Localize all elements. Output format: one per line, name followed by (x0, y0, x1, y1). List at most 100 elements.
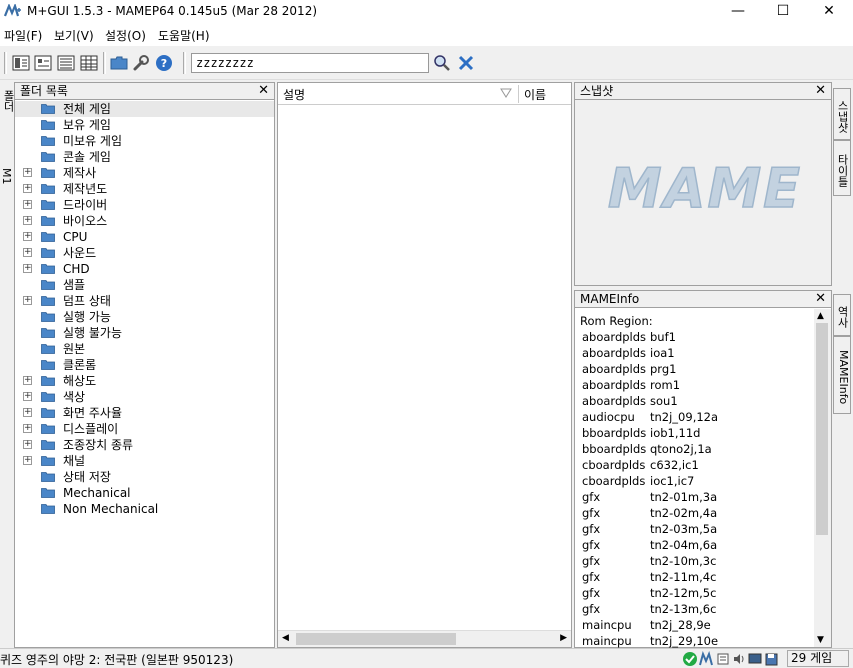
info-panel-close-button[interactable]: ✕ (815, 291, 826, 307)
help-icon[interactable]: ? (153, 53, 175, 73)
menu-help[interactable]: 도움말(H) (158, 27, 210, 44)
list-icon (717, 653, 729, 665)
info-scroll-thumb[interactable] (816, 323, 828, 535)
menu-file[interactable]: 파일(F) (4, 27, 42, 44)
game-list-hscrollbar[interactable]: ◀ ▶ (278, 630, 571, 647)
info-region: gfx (582, 586, 601, 600)
folder-icon (41, 264, 55, 274)
tab-history[interactable]: 역사 (833, 294, 851, 336)
tree-item-label: 보유 게임 (63, 118, 111, 132)
ok-icon (683, 652, 697, 666)
scroll-thumb[interactable] (296, 633, 456, 645)
tree-item[interactable]: + 제작사 (15, 165, 274, 181)
info-region: bboardplds (582, 442, 647, 456)
tree-item[interactable]: 실행 불가능 (15, 325, 274, 341)
snapshot-panel-close-button[interactable]: ✕ (815, 83, 826, 99)
view-large-icon[interactable] (10, 53, 32, 73)
tree-item[interactable]: 콘솔 게임 (15, 149, 274, 165)
tree-item[interactable]: 보유 게임 (15, 117, 274, 133)
expand-icon[interactable]: + (23, 168, 32, 177)
tab-snapshot[interactable]: 스냅샷 (833, 88, 851, 140)
info-rom: iob1,11d (650, 426, 701, 440)
view-list-icon[interactable] (55, 53, 77, 73)
tree-item[interactable]: + 색상 (15, 389, 274, 405)
info-region: aboardplds (582, 378, 647, 392)
tree-item[interactable]: + CHD (15, 261, 274, 277)
tree-item[interactable]: Mechanical (15, 485, 274, 501)
info-row: gfx tn2-12m,5c (579, 585, 815, 601)
tree-item[interactable]: 상태 저장 (15, 469, 274, 485)
expand-icon[interactable]: + (23, 184, 32, 193)
expand-icon[interactable]: + (23, 296, 32, 305)
minimize-button[interactable]: — (715, 0, 761, 24)
folder-icon (41, 168, 55, 178)
column-name[interactable]: 이름 (524, 86, 546, 103)
info-region: gfx (582, 602, 601, 616)
expand-icon[interactable]: + (23, 456, 32, 465)
tree-item[interactable]: + 채널 (15, 453, 274, 469)
tree-item[interactable]: + CPU (15, 229, 274, 245)
status-game-count: 29 게임 (787, 650, 849, 667)
status-bar: 퀴즈 영주의 야망 2: 전국판 (일본판 950123) 29 게임 (0, 648, 853, 668)
info-rom: tn2-12m,5c (650, 586, 717, 600)
tree-item[interactable]: + 화면 주사율 (15, 405, 274, 421)
menu-options[interactable]: 설정(O) (105, 27, 146, 44)
tree-item[interactable]: Non Mechanical (15, 501, 274, 517)
info-vscrollbar[interactable]: ▲ ▼ (814, 309, 831, 647)
tree-item[interactable]: + 해상도 (15, 373, 274, 389)
expand-icon[interactable]: + (23, 264, 32, 273)
tab-mameinfo[interactable]: MAMEInfo (833, 336, 851, 414)
view-details-icon[interactable] (78, 53, 100, 73)
tree-item[interactable]: + 바이오스 (15, 213, 274, 229)
tree-item[interactable]: 샘플 (15, 277, 274, 293)
expand-icon[interactable]: + (23, 232, 32, 241)
tree-item-label: 원본 (63, 342, 86, 356)
search-input[interactable]: zzzzzzzz (191, 53, 429, 73)
tab-m1[interactable]: M1 (0, 168, 13, 185)
maximize-button[interactable]: ☐ (760, 0, 806, 24)
expand-icon[interactable]: + (23, 216, 32, 225)
tree-item[interactable]: 클론롬 (15, 357, 274, 373)
expand-icon[interactable]: + (23, 440, 32, 449)
expand-icon[interactable]: + (23, 248, 32, 257)
scroll-left-icon[interactable]: ◀ (282, 633, 289, 643)
scroll-right-icon[interactable]: ▶ (560, 633, 567, 643)
tree-item[interactable]: 전체 게임 (15, 101, 274, 117)
folder-icon (41, 456, 55, 466)
info-rom: tn2j_29,10e (650, 634, 719, 648)
search-icon[interactable] (431, 53, 453, 73)
wrench-icon[interactable] (130, 53, 152, 73)
mame-logo-text: MAME (608, 157, 802, 220)
column-description[interactable]: 설명 (283, 86, 305, 103)
tab-title[interactable]: 타이틀 (833, 140, 851, 196)
menu-view[interactable]: 보기(V) (54, 27, 94, 44)
tree-item[interactable]: 원본 (15, 341, 274, 357)
expand-icon[interactable]: + (23, 408, 32, 417)
info-rom: tn2j_28,9e (650, 618, 711, 632)
folder-icon (41, 360, 55, 370)
tree-item[interactable]: + 드라이버 (15, 197, 274, 213)
info-row: aboardplds prg1 (579, 361, 815, 377)
info-row: cboardplds ioc1,ic7 (579, 473, 815, 489)
tree-item[interactable]: + 덤프 상태 (15, 293, 274, 309)
view-small-icon[interactable] (32, 53, 54, 73)
expand-icon[interactable]: + (23, 200, 32, 209)
scroll-down-icon[interactable]: ▼ (817, 635, 824, 645)
tree-item[interactable]: 미보유 게임 (15, 133, 274, 149)
expand-icon[interactable]: + (23, 392, 32, 401)
tree-item[interactable]: + 사운드 (15, 245, 274, 261)
scroll-up-icon[interactable]: ▲ (817, 311, 824, 321)
expand-icon[interactable]: + (23, 376, 32, 385)
folder-panel-close-button[interactable]: ✕ (258, 83, 269, 99)
tree-item-label: 클론롬 (63, 358, 97, 372)
column-separator[interactable] (518, 85, 519, 103)
tree-item[interactable]: + 조종장치 종류 (15, 437, 274, 453)
tree-item[interactable]: + 디스플레이 (15, 421, 274, 437)
folder-icon (41, 136, 55, 146)
close-window-button[interactable]: ✕ (806, 0, 852, 24)
tree-item[interactable]: + 제작년도 (15, 181, 274, 197)
folder-icon[interactable] (108, 53, 130, 73)
clear-icon[interactable] (455, 53, 477, 73)
tree-item[interactable]: 실행 가능 (15, 309, 274, 325)
expand-icon[interactable]: + (23, 424, 32, 433)
